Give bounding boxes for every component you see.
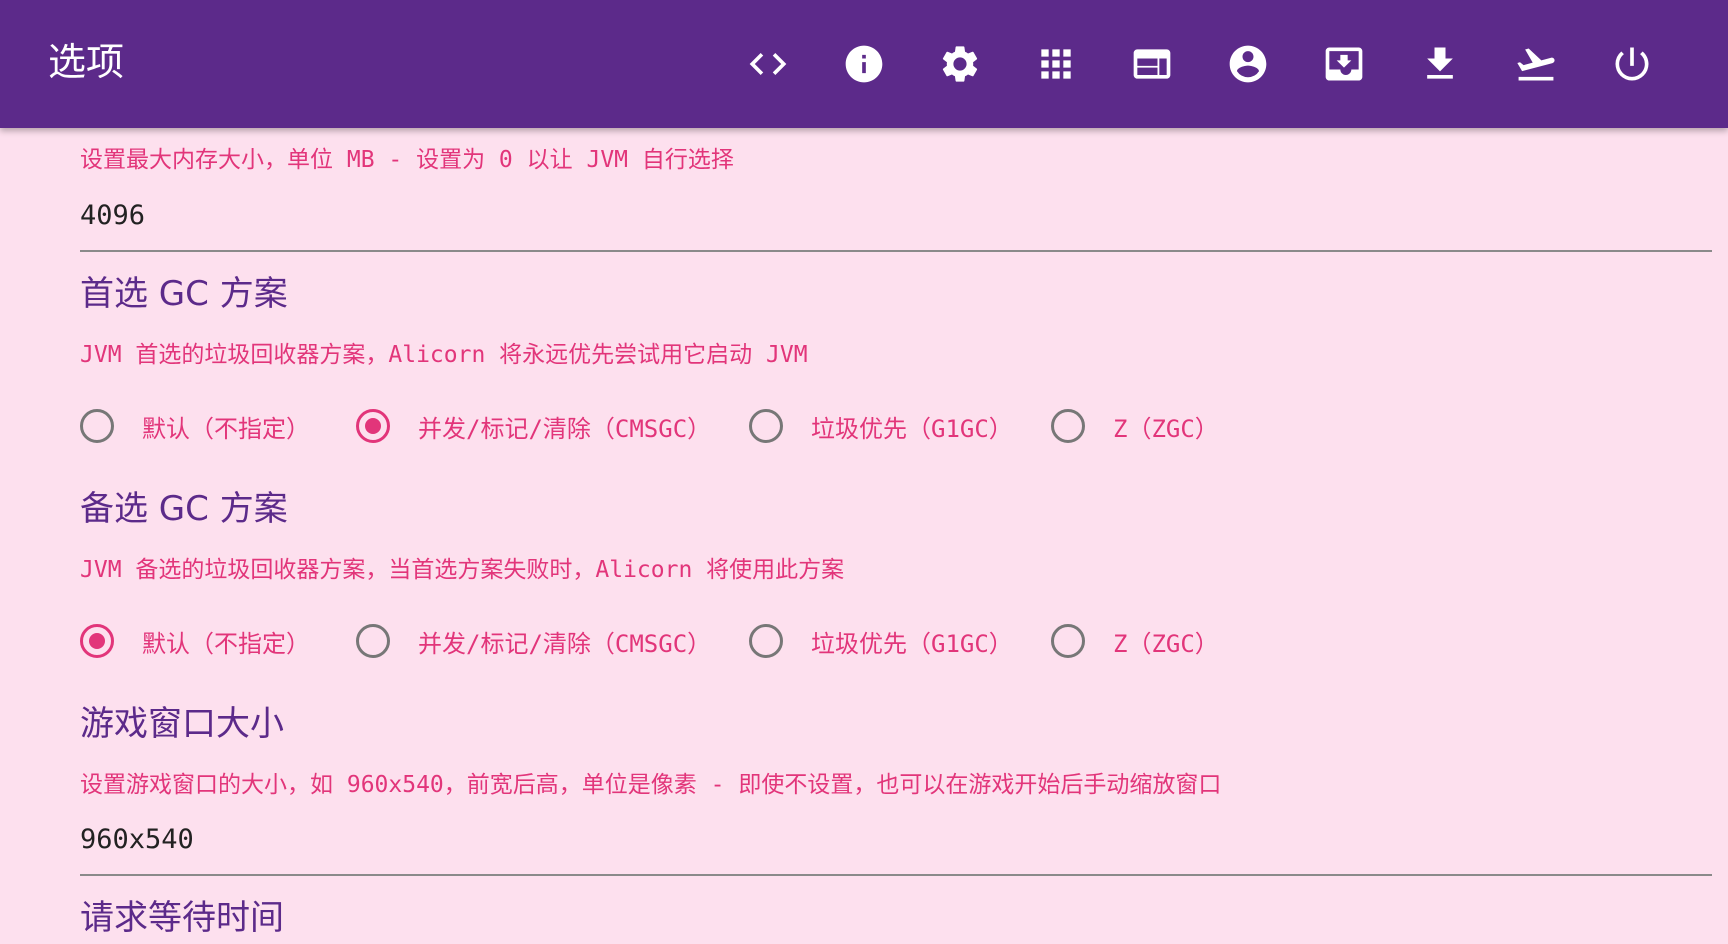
- radio-unchecked-icon[interactable]: [749, 624, 783, 658]
- radio-unchecked-icon[interactable]: [749, 409, 783, 443]
- radio-label: 垃圾优先（G1GC）: [811, 629, 1013, 658]
- preferred-gc-option-cmsgc[interactable]: 并发/标记/清除（CMSGC）: [356, 402, 711, 450]
- account-circle-icon: [1229, 45, 1267, 83]
- flight-takeoff-button[interactable]: [1504, 32, 1568, 96]
- radio-label: 默认（不指定）: [142, 629, 310, 658]
- window-size-title: 游戏窗口大小: [80, 704, 284, 744]
- memory-description: 设置最大内存大小，单位 MB - 设置为 0 以让 JVM 自行选择: [80, 147, 734, 173]
- fallback-gc-option-zgc[interactable]: Z（ZGC）: [1051, 617, 1219, 665]
- window-size-input[interactable]: [80, 824, 1712, 855]
- apps-button[interactable]: [1024, 32, 1088, 96]
- radio-unchecked-icon[interactable]: [1051, 409, 1085, 443]
- fallback-gc-option-default[interactable]: 默认（不指定）: [80, 617, 310, 665]
- power-icon: [1615, 47, 1649, 81]
- power-button[interactable]: [1600, 32, 1664, 96]
- window-size-field[interactable]: [80, 814, 1712, 876]
- radio-label: Z（ZGC）: [1113, 629, 1219, 658]
- radio-label: 并发/标记/清除（CMSGC）: [418, 414, 712, 443]
- preferred-gc-option-zgc[interactable]: Z（ZGC）: [1051, 402, 1219, 450]
- app-bar: 选项: [0, 0, 1728, 128]
- web-window-button[interactable]: [1120, 32, 1184, 96]
- apps-grid-icon: [1041, 49, 1071, 79]
- info-button[interactable]: [832, 32, 896, 96]
- account-button[interactable]: [1216, 32, 1280, 96]
- window-size-description: 设置游戏窗口的大小，如 960x540，前宽后高，单位是像素 - 即使不设置，也…: [80, 772, 1222, 798]
- inbox-button[interactable]: [1312, 32, 1376, 96]
- radio-label: Z（ZGC）: [1113, 414, 1219, 443]
- radio-unchecked-icon[interactable]: [1051, 624, 1085, 658]
- radio-checked-icon[interactable]: [80, 624, 114, 658]
- settings-icon: [942, 46, 978, 82]
- radio-label: 垃圾优先（G1GC）: [811, 414, 1013, 443]
- radio-label: 并发/标记/清除（CMSGC）: [418, 629, 712, 658]
- radio-unchecked-icon[interactable]: [80, 409, 114, 443]
- settings-button[interactable]: [928, 32, 992, 96]
- fallback-gc-option-g1gc[interactable]: 垃圾优先（G1GC）: [749, 617, 1013, 665]
- code-icon: [749, 53, 787, 75]
- flight-takeoff-icon: [1517, 48, 1555, 81]
- preferred-gc-option-default[interactable]: 默认（不指定）: [80, 402, 310, 450]
- web-window-icon: [1133, 49, 1171, 79]
- info-icon: [845, 45, 883, 83]
- download-button[interactable]: [1408, 32, 1472, 96]
- inbox-icon: [1325, 47, 1363, 81]
- fallback-gc-description: JVM 备选的垃圾回收器方案，当首选方案失败时，Alicorn 将使用此方案: [80, 557, 845, 583]
- fallback-gc-option-cmsgc[interactable]: 并发/标记/清除（CMSGC）: [356, 617, 711, 665]
- preferred-gc-option-g1gc[interactable]: 垃圾优先（G1GC）: [749, 402, 1013, 450]
- options-content: 设置最大内存大小，单位 MB - 设置为 0 以让 JVM 自行选择 首选 GC…: [0, 128, 1728, 944]
- memory-field[interactable]: [80, 190, 1712, 252]
- fallback-gc-title: 备选 GC 方案: [80, 489, 288, 529]
- memory-input[interactable]: [80, 200, 1712, 231]
- code-button[interactable]: [736, 32, 800, 96]
- preferred-gc-title: 首选 GC 方案: [80, 274, 288, 314]
- radio-checked-icon[interactable]: [356, 409, 390, 443]
- preferred-gc-description: JVM 首选的垃圾回收器方案，Alicorn 将永远优先尝试用它启动 JVM: [80, 342, 808, 368]
- request-timeout-title: 请求等待时间: [80, 898, 284, 938]
- radio-unchecked-icon[interactable]: [356, 624, 390, 658]
- page-title: 选项: [48, 40, 125, 84]
- download-icon: [1427, 47, 1453, 79]
- radio-label: 默认（不指定）: [142, 414, 310, 443]
